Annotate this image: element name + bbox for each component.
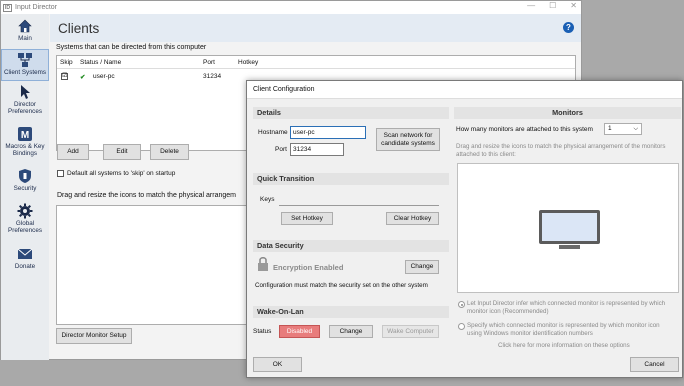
edit-button[interactable]: Edit [103,144,141,160]
director-monitor-area[interactable] [56,205,256,325]
clear-hotkey-button[interactable]: Clear Hotkey [386,212,439,225]
monitor-count-question: How many monitors are attached to this s… [456,126,593,133]
wol-status-badge: Disabled [279,325,320,338]
sidebar-item-label: Director Preferences [8,101,42,115]
hostname-field[interactable]: user-pc [290,126,366,139]
page-header: Clients [50,14,581,42]
set-hotkey-button[interactable]: Set Hotkey [281,212,333,225]
monitor-icon[interactable] [538,209,601,251]
donate-icon [17,248,33,259]
gear-icon [17,203,33,219]
client-port: 31234 [203,73,222,80]
more-info-link[interactable]: Click here for more information on these… [498,342,630,349]
encryption-status: Encryption Enabled [273,263,344,272]
client-monitor-arrangement-area[interactable] [457,163,679,293]
monitor-count-select[interactable]: 1 ⌵ [604,123,642,135]
security-note: Configuration must match the security se… [255,282,428,289]
wake-on-lan-heading: Wake-On-Lan [253,306,449,318]
cursor-icon [21,85,30,99]
sidebar-item-client-systems[interactable]: Client Systems [1,49,49,81]
close-button[interactable]: ✕ [570,1,577,10]
header-divider [57,68,575,69]
lock-icon [258,257,268,271]
sidebar-item-label: Security [13,185,37,192]
delete-button[interactable]: Delete [150,144,189,160]
skip-checkbox[interactable]: ☑ [61,73,68,80]
app-icon: ID [3,3,12,12]
monitors-heading: Monitors [454,107,681,119]
scan-network-label-line1: Scan network for [383,132,433,139]
hostname-label: Hostname [258,129,288,136]
shield-icon [19,169,31,183]
default-skip-label: Default all systems to 'skip' on startup [67,170,176,178]
online-status-icon: ✔ [80,74,86,81]
sidebar-item-donate[interactable]: Donate [1,246,49,274]
home-icon [18,19,32,33]
wol-change-button[interactable]: Change [329,325,373,338]
port-field[interactable]: 31234 [290,143,344,156]
specify-monitor-line1: Specify which connected monitor is repre… [467,322,660,329]
column-header-skip[interactable]: Skip [60,59,73,66]
sidebar-item-macros-key-bindings[interactable]: M Macros & Key Bindings [1,126,49,164]
help-icon[interactable]: ? [563,22,574,33]
sidebar: Main Client Systems Director Preferences… [1,14,49,360]
sidebar-item-global-preferences[interactable]: Global Preferences [1,203,49,241]
chevron-down-icon: ⌵ [633,126,638,132]
quick-transition-heading: Quick Transition [253,173,449,185]
column-header-port[interactable]: Port [203,59,215,66]
default-skip-checkbox[interactable] [57,170,64,177]
infer-monitor-line2: monitor icon (Recommended) [467,308,549,315]
scan-network-label-line2: candidate systems [381,140,435,147]
specify-monitor-line2: using Windows monitor identification num… [467,330,593,337]
security-change-button[interactable]: Change [405,260,439,274]
sidebar-item-security[interactable]: Security [1,168,49,198]
details-heading: Details [253,107,449,119]
default-skip-option[interactable]: Default all systems to 'skip' on startup [57,170,175,177]
ok-button[interactable]: OK [253,357,302,372]
keys-label: Keys [260,196,275,203]
cancel-button[interactable]: Cancel [630,357,679,372]
svg-text:M: M [21,130,29,141]
monitor-hint-line2: attached to this client: [456,151,516,158]
wol-status-label: Status [253,328,272,335]
minimize-button[interactable]: — [527,1,535,10]
page-title: Clients [58,20,100,36]
port-label: Port [275,146,287,153]
network-icon [18,53,32,67]
drag-instructions: Drag and resize the icons to match the p… [57,192,236,199]
sidebar-item-label: Main [18,35,32,42]
wake-computer-button[interactable]: Wake Computer [382,325,439,338]
monitor-hint-line1: Drag and resize the icons to match the p… [456,143,666,150]
sidebar-item-label: Macros & Key Bindings [5,143,45,157]
macro-icon: M [18,127,32,141]
window-title: Input Director [15,4,58,11]
client-name: user-pc [93,73,115,80]
window-controls: — ☐ ✕ [527,1,577,10]
director-monitor-setup-button[interactable]: Director Monitor Setup [56,328,132,344]
maximize-button[interactable]: ☐ [549,1,556,10]
keys-display [279,205,439,206]
column-header-hotkey[interactable]: Hotkey [238,59,258,66]
scan-network-button[interactable]: Scan network for candidate systems [376,128,440,151]
infer-monitor-line1: Let Input Director infer which connected… [467,300,666,307]
sidebar-item-label: Global Preferences [8,220,42,234]
sidebar-item-label: Donate [14,263,36,270]
title-bar: ID Input Director [1,1,581,14]
clients-subtitle: Systems that can be directed from this c… [56,44,207,51]
column-header-status-name[interactable]: Status / Name [80,59,121,66]
infer-monitor-radio[interactable] [458,301,465,308]
sidebar-item-director-preferences[interactable]: Director Preferences [1,84,49,122]
sidebar-item-main[interactable]: Main [1,18,49,48]
sidebar-item-label: Client Systems [4,69,46,76]
specify-monitor-radio[interactable] [458,323,465,330]
dialog-title: Client Configuration [247,81,682,99]
add-button[interactable]: Add [57,144,89,160]
data-security-heading: Data Security [253,240,449,252]
client-configuration-dialog: Client Configuration Details Hostname us… [246,80,683,378]
monitor-count-value: 1 [608,125,612,132]
